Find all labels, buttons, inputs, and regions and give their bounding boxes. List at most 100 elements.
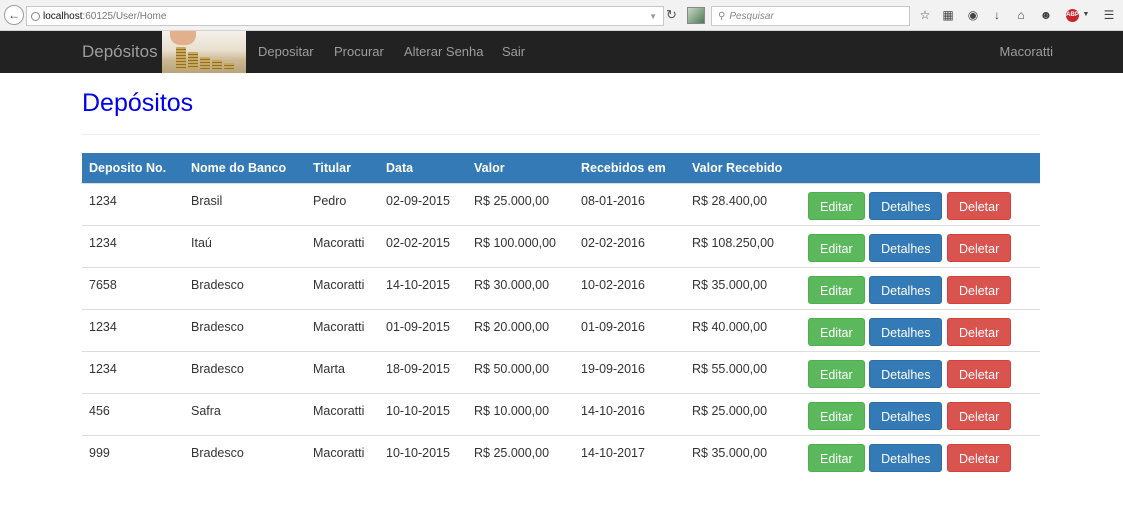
back-arrow-icon[interactable]: ← <box>4 5 24 25</box>
deposits-table: Deposito No. Nome do Banco Titular Data … <box>82 153 1040 478</box>
table-row: 1234 Itaú Macoratti 02-02-2015 R$ 100.00… <box>82 225 1040 268</box>
edit-button[interactable]: Editar <box>808 318 865 346</box>
details-button[interactable]: Detalhes <box>869 360 943 388</box>
menu-icon[interactable]: ☰ <box>1102 8 1116 22</box>
table-row: 999 Bradesco Macoratti 10-10-2015 R$ 25.… <box>82 435 1040 478</box>
cell-deposito-no: 999 <box>82 435 184 478</box>
cell-valor: R$ 50.000,00 <box>467 351 574 394</box>
cell-deposito-no: 7658 <box>82 267 184 310</box>
cell-deposito-no: 1234 <box>82 225 184 268</box>
url-path: :60125/User/Home <box>82 10 167 22</box>
cell-banco: Bradesco <box>184 351 306 394</box>
cell-valor-recebido: R$ 108.250,00 <box>685 225 801 268</box>
cell-valor: R$ 100.000,00 <box>467 225 574 268</box>
cell-titular: Marta <box>306 351 379 394</box>
cell-valor: R$ 25.000,00 <box>467 183 574 226</box>
chat-icon[interactable]: ☻ <box>1039 8 1053 22</box>
navbar: Depósitos Depositar Procurar Alterar Sen… <box>0 31 1123 73</box>
row-actions: Editar Detalhes Deletar <box>801 309 1040 352</box>
delete-button[interactable]: Deletar <box>946 402 1012 430</box>
cell-banco: Brasil <box>184 183 306 226</box>
cell-titular: Macoratti <box>306 309 379 352</box>
nav-procurar[interactable]: Procurar <box>334 31 384 73</box>
details-button[interactable]: Detalhes <box>869 318 943 346</box>
cell-valor: R$ 10.000,00 <box>467 393 574 436</box>
cell-valor-recebido: R$ 40.000,00 <box>685 309 801 352</box>
cell-deposito-no: 456 <box>82 393 184 436</box>
cell-valor-recebido: R$ 35.000,00 <box>685 435 801 478</box>
delete-button[interactable]: Deletar <box>946 276 1012 304</box>
delete-button[interactable]: Deletar <box>946 318 1012 346</box>
edit-button[interactable]: Editar <box>808 234 865 262</box>
row-actions: Editar Detalhes Deletar <box>801 225 1040 268</box>
cell-valor-recebido: R$ 55.000,00 <box>685 351 801 394</box>
cell-valor-recebido: R$ 35.000,00 <box>685 267 801 310</box>
table-row: 7658 Bradesco Macoratti 14-10-2015 R$ 30… <box>82 267 1040 310</box>
nav-alterar-senha[interactable]: Alterar Senha <box>404 31 484 73</box>
nav-depositar[interactable]: Depositar <box>258 31 314 73</box>
reading-list-icon[interactable]: ▦ <box>941 8 955 22</box>
reload-icon[interactable]: ↻ <box>666 8 677 22</box>
cell-data: 02-02-2015 <box>379 225 467 268</box>
cell-titular: Macoratti <box>306 267 379 310</box>
details-button[interactable]: Detalhes <box>869 192 943 220</box>
address-bar[interactable]: localhost:60125/User/Home ▼ <box>26 6 664 26</box>
cell-valor: R$ 20.000,00 <box>467 309 574 352</box>
edit-button[interactable]: Editar <box>808 360 865 388</box>
delete-button[interactable]: Deletar <box>946 234 1012 262</box>
details-button[interactable]: Detalhes <box>869 276 943 304</box>
details-button[interactable]: Detalhes <box>869 444 943 472</box>
row-actions: Editar Detalhes Deletar <box>801 393 1040 436</box>
delete-button[interactable]: Deletar <box>946 360 1012 388</box>
adblock-dropdown-icon[interactable]: ▼ <box>1079 8 1093 22</box>
col-data: Data <box>379 153 467 184</box>
cell-deposito-no: 1234 <box>82 183 184 226</box>
nav-sair[interactable]: Sair <box>502 31 525 73</box>
cell-titular: Macoratti <box>306 435 379 478</box>
search-placeholder: Pesquisar <box>729 10 774 22</box>
cell-banco: Bradesco <box>184 267 306 310</box>
cell-deposito-no: 1234 <box>82 309 184 352</box>
col-deposito-no: Deposito No. <box>82 153 184 184</box>
cell-recebidos-em: 14-10-2016 <box>574 393 685 436</box>
pocket-icon[interactable]: ◉ <box>966 8 980 22</box>
edit-button[interactable]: Editar <box>808 444 865 472</box>
details-button[interactable]: Detalhes <box>869 234 943 262</box>
url-dropdown-icon[interactable]: ▼ <box>649 12 657 21</box>
edit-button[interactable]: Editar <box>808 276 865 304</box>
cell-banco: Safra <box>184 393 306 436</box>
cell-titular: Macoratti <box>306 225 379 268</box>
edit-button[interactable]: Editar <box>808 402 865 430</box>
cell-data: 01-09-2015 <box>379 309 467 352</box>
table-row: 1234 Brasil Pedro 02-09-2015 R$ 25.000,0… <box>82 183 1040 226</box>
delete-button[interactable]: Deletar <box>946 444 1012 472</box>
cell-valor-recebido: R$ 28.400,00 <box>685 183 801 226</box>
cell-data: 02-09-2015 <box>379 183 467 226</box>
navbar-brand[interactable]: Depósitos <box>82 31 158 73</box>
edit-button[interactable]: Editar <box>808 192 865 220</box>
row-actions: Editar Detalhes Deletar <box>801 267 1040 310</box>
search-input[interactable]: ⚲ Pesquisar <box>711 6 910 26</box>
adblock-icon[interactable]: ABP <box>1066 9 1079 22</box>
col-actions <box>801 153 1040 184</box>
cell-recebidos-em: 14-10-2017 <box>574 435 685 478</box>
home-icon[interactable]: ⌂ <box>1014 8 1028 22</box>
row-actions: Editar Detalhes Deletar <box>801 183 1040 226</box>
cell-recebidos-em: 08-01-2016 <box>574 183 685 226</box>
extension-image-icon[interactable] <box>687 7 705 24</box>
nav-user-name[interactable]: Macoratti <box>1000 31 1053 73</box>
browser-toolbar: ← localhost:60125/User/Home ▼ ↻ ⚲ Pesqui… <box>0 0 1123 31</box>
cell-data: 10-10-2015 <box>379 435 467 478</box>
cell-titular: Macoratti <box>306 393 379 436</box>
cell-banco: Itaú <box>184 225 306 268</box>
cell-banco: Bradesco <box>184 435 306 478</box>
bookmark-star-icon[interactable]: ☆ <box>918 8 932 22</box>
download-icon[interactable]: ↓ <box>990 8 1004 22</box>
col-valor: Valor <box>467 153 574 184</box>
row-actions: Editar Detalhes Deletar <box>801 351 1040 394</box>
details-button[interactable]: Detalhes <box>869 402 943 430</box>
page-title: Depósitos <box>82 89 194 117</box>
search-icon: ⚲ <box>718 10 726 22</box>
cell-recebidos-em: 02-02-2016 <box>574 225 685 268</box>
delete-button[interactable]: Deletar <box>946 192 1012 220</box>
